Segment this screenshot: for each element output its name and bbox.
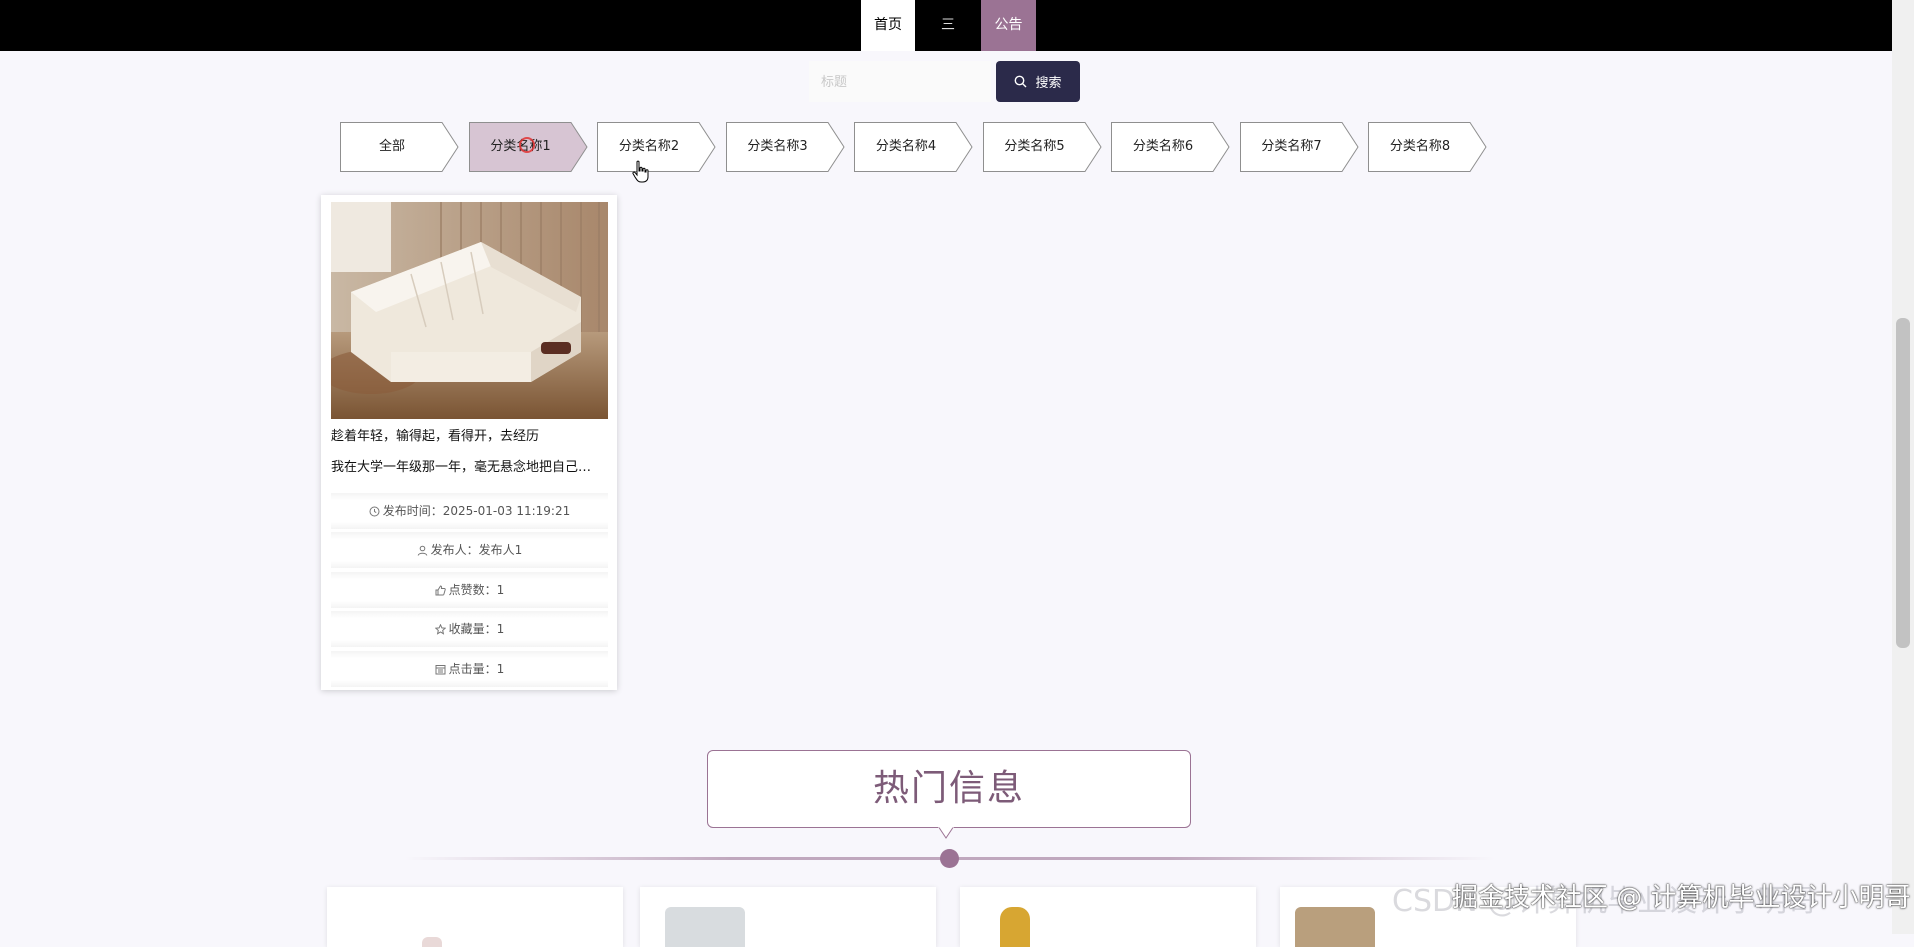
nav-home[interactable]: 首页	[861, 0, 915, 51]
article-meta-row: 点赞数：1	[331, 572, 608, 608]
category-tab-label: 分类名称4	[875, 139, 937, 154]
category-tab-6[interactable]: 分类名称6	[1111, 122, 1231, 172]
article-meta-row: 点击量：1	[331, 651, 608, 687]
search-icon	[1014, 75, 1027, 88]
article-image[interactable]	[331, 202, 608, 419]
user-icon	[417, 545, 428, 556]
top-nav-bar: 首页 三 公告	[0, 0, 1892, 51]
category-tab-label: 分类名称3	[747, 139, 808, 154]
watermark: 掘金技术社区 @ 计算机毕业设计小明哥	[1452, 883, 1911, 913]
article-meta-text: 点击量：1	[448, 662, 505, 676]
nav-menu-icon[interactable]: 三	[915, 0, 981, 51]
calendar-icon	[435, 664, 446, 675]
thumbs-up-icon	[435, 584, 446, 596]
category-tab-label: 全部	[378, 139, 405, 154]
main-nav: 首页 三 公告	[861, 0, 1036, 51]
category-tab-5[interactable]: 分类名称5	[982, 122, 1103, 172]
category-tab-label: 分类名称8	[1389, 139, 1451, 154]
category-tab-label: 分类名称6	[1132, 139, 1194, 154]
hot-card[interactable]	[327, 887, 623, 947]
hot-card-image	[665, 907, 745, 947]
article-excerpt: 我在大学一年级那一年，毫无悬念地把自己…	[331, 460, 592, 475]
hand-cursor-icon	[632, 160, 649, 183]
hot-card[interactable]	[960, 887, 1256, 947]
category-tab-3[interactable]: 分类名称3	[725, 122, 846, 172]
category-tab-label: 分类名称5	[1004, 139, 1065, 154]
search-input[interactable]	[809, 61, 991, 102]
article-meta-row: 发布时间：2025-01-03 11:19:21	[331, 493, 608, 529]
hot-card-image	[1295, 907, 1375, 947]
category-tab-8[interactable]: 分类名称8	[1368, 122, 1488, 172]
hot-card[interactable]	[640, 887, 936, 947]
article-title[interactable]: 趁着年轻，输得起，看得开，去经历	[331, 425, 608, 444]
hot-section-title: 热门信息	[707, 750, 1191, 828]
article-meta-row: 收藏量：1	[331, 611, 608, 647]
clock-icon	[369, 506, 380, 517]
article-meta-text: 发布时间：2025-01-03 11:19:21	[382, 504, 571, 518]
article-meta-text: 收藏量：1	[448, 622, 505, 636]
page-scrollbar[interactable]	[1892, 0, 1914, 934]
article-meta-text: 发布人：发布人1	[430, 543, 523, 557]
category-tab-7[interactable]: 分类名称7	[1239, 122, 1360, 172]
nav-notice[interactable]: 公告	[981, 0, 1036, 51]
divider-dot	[940, 849, 959, 868]
category-tab-label: 分类名称7	[1261, 139, 1322, 154]
search-button-label: 搜索	[1035, 76, 1062, 91]
search-button[interactable]: 搜索	[996, 61, 1080, 102]
scrollbar-thumb[interactable]	[1896, 318, 1910, 648]
category-tab-4[interactable]: 分类名称4	[854, 122, 974, 172]
article-card[interactable]: 趁着年轻，输得起，看得开，去经历 我在大学一年级那一年，毫无悬念地把自己… 发布…	[321, 195, 617, 690]
hot-card-image	[1000, 907, 1030, 947]
click-indicator	[519, 137, 535, 153]
hot-card-image	[422, 937, 442, 947]
article-meta-text: 点赞数：1	[448, 583, 505, 597]
star-icon	[434, 623, 446, 635]
category-tab-0[interactable]: 全部	[340, 122, 460, 172]
category-tab-2[interactable]: 分类名称2	[597, 122, 717, 172]
article-meta-row: 发布人：发布人1	[331, 532, 608, 568]
hot-title-pointer	[938, 826, 954, 839]
